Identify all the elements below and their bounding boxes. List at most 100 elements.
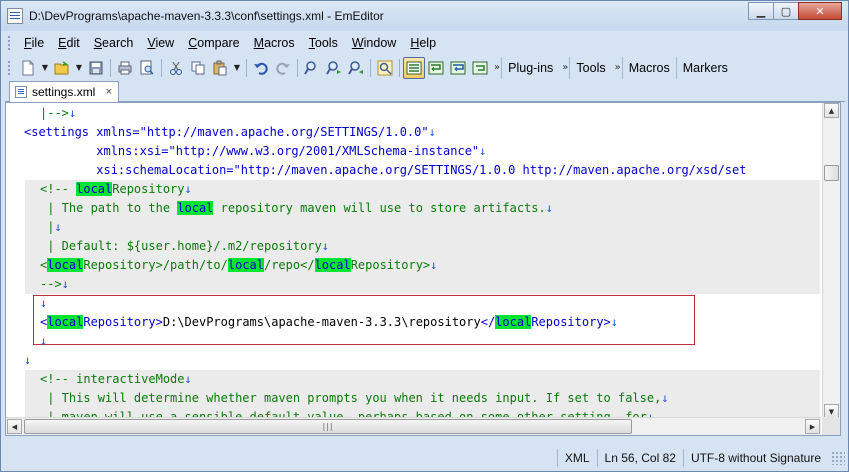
menu-compare[interactable]: Compare [181,36,246,50]
code-token: <!-- [40,182,77,196]
title-bar[interactable]: D:\DevPrograms\apache-maven-3.3.3\conf\s… [1,1,848,31]
new-file-icon[interactable] [17,57,39,79]
resize-grip-icon[interactable] [831,450,845,465]
tools-toolbar[interactable]: Tools [569,56,611,79]
cut-icon[interactable] [165,57,187,79]
code-token: Repository> [83,315,163,329]
menu-view[interactable]: View [140,36,181,50]
code-line[interactable]: | Default: ${user.home}/.m2/repository↓ [40,237,329,256]
code-line[interactable]: <settings xmlns="http://maven.apache.org… [24,123,436,142]
wrap-none-icon[interactable] [403,56,425,79]
line-end-icon: ↓ [184,372,192,386]
vertical-scroll-thumb[interactable] [824,165,839,181]
code-line[interactable]: <localRepository>D:\DevPrograms\apache-m… [40,313,618,332]
wrap-by-window-icon[interactable] [447,57,469,79]
code-line[interactable]: |-->↓ [40,104,76,123]
plugins-toolbar-label: Plug-ins [508,60,554,75]
code-token: xmlns:xsi= [96,144,169,158]
text-editor[interactable]: |-->↓ <settings xmlns="http://maven.apach… [5,102,841,436]
code-line[interactable]: ↓ [40,294,47,313]
wrap-by-chars-icon[interactable] [425,57,447,79]
comment-background [25,275,820,294]
code-token: | [40,220,55,234]
toolbar-grip-icon[interactable] [7,59,11,76]
tools-overflow-chevron[interactable]: » [612,62,622,73]
open-dropdown-icon[interactable]: ▼ [73,57,85,79]
redo-icon[interactable] [272,57,294,79]
code-token: --> [40,277,62,291]
toolbar-separator [399,58,400,77]
code-line[interactable]: ↓ [40,332,47,351]
plugins-toolbar[interactable]: Plug-ins [501,56,559,79]
search-match: local [47,315,84,329]
copy-icon[interactable] [187,57,209,79]
menu-tools[interactable]: Tools [302,36,345,50]
highlight-search-icon[interactable] [374,57,396,79]
code-token: <!-- interactiveMode [40,372,185,386]
scroll-right-icon[interactable]: ▶ [805,419,820,434]
window-title: D:\DevPrograms\apache-maven-3.3.3\conf\s… [29,9,384,23]
tab-settings-xml[interactable]: settings.xml × [9,81,119,102]
open-folder-icon[interactable] [51,57,73,79]
tab-label: settings.xml [32,85,96,99]
status-mode[interactable]: XML [556,448,597,467]
toolbar-overflow-chevron[interactable]: » [491,62,501,73]
macros-toolbar[interactable]: Macros [621,56,676,79]
paste-dropdown-icon[interactable]: ▼ [231,57,243,79]
close-button[interactable]: ✕ [798,2,842,20]
plugins-overflow-chevron[interactable]: » [559,62,569,73]
save-icon[interactable] [85,57,107,79]
menu-search[interactable]: Search [87,36,141,50]
code-line[interactable]: xmlns:xsi="http://www.w3.org/2001/XMLSch… [24,142,486,161]
vertical-scrollbar[interactable]: ▲ ▼ [822,103,840,419]
find-previous-icon[interactable] [345,57,367,79]
search-match: local [177,201,214,215]
code-line[interactable]: -->↓ [40,275,69,294]
code-line[interactable]: |↓ [40,218,61,237]
line-end-icon: ↓ [184,182,192,196]
code-line[interactable]: xsi:schemaLocation="http://maven.apache.… [24,161,746,180]
undo-icon[interactable] [250,57,272,79]
toolbar-separator [297,58,298,77]
find-next-icon[interactable] [323,57,345,79]
menu-file[interactable]: File [17,36,51,50]
markers-toolbar[interactable]: Markers [675,56,734,79]
emeditor-window: D:\DevPrograms\apache-maven-3.3.3\conf\s… [0,0,849,472]
menu-help[interactable]: Help [403,36,443,50]
status-encoding[interactable]: UTF-8 without Signature [682,448,828,467]
line-end-icon: ↓ [610,315,619,329]
horizontal-scrollbar[interactable]: ◀ ||| ▶ [6,417,821,435]
code-line[interactable]: <localRepository>/path/to/local/repo</lo… [40,256,437,275]
code-token: "http://maven.apache.org/SETTINGS/1.0.0 … [233,163,747,177]
comment-background [25,218,820,237]
print-preview-icon[interactable] [136,57,158,79]
tab-close-icon[interactable]: × [106,86,112,98]
code-line[interactable]: ↓ [24,351,31,370]
new-file-dropdown-icon[interactable]: ▼ [39,57,51,79]
scroll-left-icon[interactable]: ◀ [7,419,22,434]
code-line[interactable]: | This will determine whether maven prom… [40,389,668,408]
menu-macros[interactable]: Macros [247,36,302,50]
code-token: xsi:schemaLocation= [96,163,234,177]
menu-edit[interactable]: Edit [51,36,87,50]
menu-grip-icon[interactable] [7,35,11,51]
scroll-up-icon[interactable]: ▲ [824,103,839,118]
menu-window[interactable]: Window [345,36,403,50]
wrap-by-page-icon[interactable] [469,57,491,79]
horizontal-scroll-thumb[interactable]: ||| [24,419,632,434]
line-end-icon: ↓ [428,125,436,139]
code-line[interactable]: <!-- localRepository↓ [40,180,192,199]
search-match: local [76,182,113,196]
code-line[interactable]: <!-- interactiveMode↓ [40,370,192,389]
maximize-button[interactable]: ▢ [773,2,799,20]
status-position[interactable]: Ln 56, Col 82 [596,448,683,467]
find-icon[interactable] [301,57,323,79]
code-token: | The path to the [40,201,178,215]
minimize-button[interactable]: ▁ [748,2,774,20]
search-match: local [227,258,264,272]
paste-icon[interactable] [209,57,231,79]
code-area[interactable]: |-->↓ <settings xmlns="http://maven.apach… [6,103,821,419]
search-match: local [314,258,351,272]
code-line[interactable]: | The path to the local repository maven… [40,199,553,218]
print-icon[interactable] [114,57,136,79]
